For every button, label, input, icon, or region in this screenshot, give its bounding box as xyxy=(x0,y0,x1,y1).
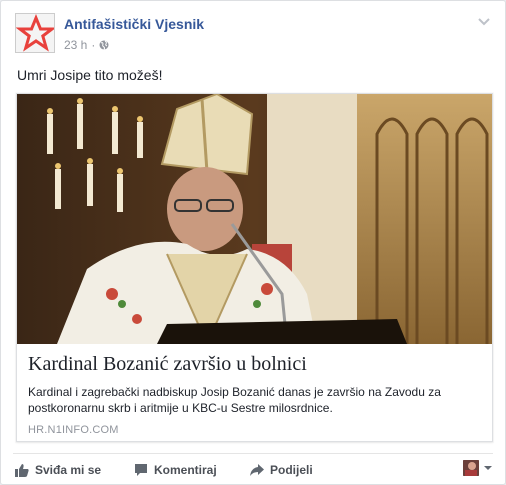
comment-label: Komentiraj xyxy=(154,463,217,477)
meta-separator: · xyxy=(91,38,96,52)
thumbs-up-icon xyxy=(15,464,29,477)
user-avatar-image xyxy=(463,460,479,476)
post-text: Umri Josipe tito možeš! xyxy=(17,67,163,83)
page-avatar[interactable] xyxy=(15,13,55,53)
comment-icon xyxy=(135,464,147,476)
chevron-down-icon xyxy=(484,466,492,470)
reaction-identity-selector[interactable] xyxy=(463,460,493,476)
globe-icon[interactable] xyxy=(99,40,109,50)
post-time[interactable]: 23 h xyxy=(64,38,87,52)
share-button[interactable]: Podijeli xyxy=(250,463,313,477)
post-actions-bar: Sviđa mi se Komentiraj Podijeli xyxy=(13,453,493,481)
cathedral-photo xyxy=(17,94,492,344)
share-arrow-icon xyxy=(250,464,264,476)
post-header: Antifašistički Vjesnik 23 h · xyxy=(13,11,493,53)
link-image[interactable] xyxy=(17,94,492,344)
link-description: Kardinal i zagrebački nadbiskup Josip Bo… xyxy=(28,385,441,415)
avatar xyxy=(463,460,479,476)
like-label: Sviđa mi se xyxy=(35,463,102,477)
share-label: Podijeli xyxy=(270,463,313,477)
post-card: Antifašistički Vjesnik 23 h · Umri Josip… xyxy=(0,0,506,485)
page-name-link[interactable]: Antifašistički Vjesnik xyxy=(64,16,204,32)
link-preview[interactable]: Kardinal Bozanić završio u bolnici Kardi… xyxy=(16,93,493,442)
chevron-down-icon[interactable] xyxy=(477,17,491,27)
comment-button[interactable]: Komentiraj xyxy=(134,463,217,477)
post-meta: 23 h · xyxy=(64,38,109,52)
red-star-logo-icon xyxy=(16,14,54,52)
like-button[interactable]: Sviđa mi se xyxy=(15,463,101,477)
link-domain: HR.N1INFO.COM xyxy=(28,424,119,436)
link-title[interactable]: Kardinal Bozanić završio u bolnici xyxy=(28,353,307,376)
